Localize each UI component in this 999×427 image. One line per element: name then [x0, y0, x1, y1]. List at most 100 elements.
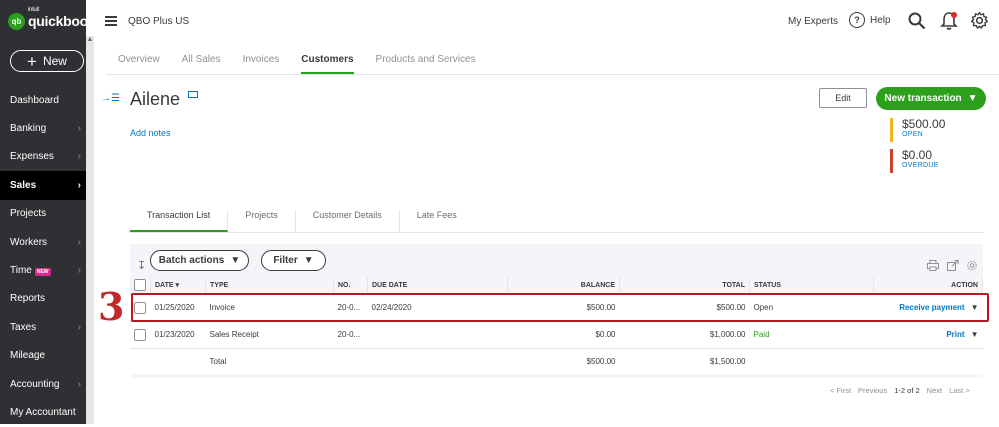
new-transaction-label: New transaction	[884, 93, 962, 104]
quickbooks-logo[interactable]: qb intuit quickbooks	[8, 7, 103, 32]
open-balance: $500.00 OPEN	[890, 118, 945, 142]
select-all-checkbox[interactable]	[134, 279, 146, 292]
new-button-label: New	[42, 54, 67, 68]
transactions-table: DATE ▾ TYPE NO. DUE DATE BALANCE TOTAL S…	[130, 277, 983, 374]
page-range: 1-2 of 2	[894, 386, 920, 395]
chevron-right-icon: ›	[77, 179, 81, 191]
caret-down-icon: ▼	[303, 255, 314, 266]
open-label: OPEN	[902, 131, 924, 138]
col-action: ACTION	[873, 277, 983, 295]
col-total[interactable]: TOTAL	[619, 277, 750, 295]
sidebar-item-reports[interactable]: Reports	[0, 285, 86, 313]
next-page-link[interactable]: Next	[927, 386, 942, 395]
chevron-right-icon: ›	[77, 236, 81, 248]
row-checkbox[interactable]	[134, 328, 146, 341]
sidebar-item-sales[interactable]: Sales ›	[0, 171, 86, 200]
expand-panel-icon[interactable]: →☰	[101, 93, 120, 104]
company-name: QBO Plus US	[128, 16, 190, 27]
action-menu-caret-icon[interactable]: ▼	[971, 330, 979, 339]
pagination: < First Previous 1-2 of 2 Next Last >	[830, 386, 970, 395]
logo-wordmark: quickbooks	[28, 13, 103, 29]
plus-icon: +	[27, 51, 37, 71]
chevron-right-icon: ›	[77, 321, 81, 333]
cell-total: $1,000.00	[619, 321, 750, 349]
sidebar-nav: Dashboard Banking › Expenses › Sales › Proj…	[0, 86, 86, 427]
sidebar-item-accounting[interactable]: Accounting ›	[0, 370, 86, 398]
new-button[interactable]: + New	[10, 50, 84, 72]
sidebar-item-time[interactable]: Time NEW ›	[0, 256, 86, 284]
col-balance[interactable]: BALANCE	[507, 277, 620, 295]
table-total-row: Total $500.00 $1,500.00	[130, 348, 983, 374]
settings-gear-icon[interactable]	[966, 260, 978, 271]
col-no[interactable]: NO.	[333, 277, 368, 295]
highlight-box	[131, 293, 989, 322]
search-icon[interactable]	[908, 12, 926, 30]
hamburger-menu-icon[interactable]	[105, 16, 117, 26]
cell-balance: $0.00	[507, 321, 620, 349]
tab-customer-details[interactable]: Customer Details	[296, 210, 400, 232]
sidebar-item-banking[interactable]: Banking ›	[0, 114, 86, 142]
sidebar-item-dashboard[interactable]: Dashboard	[0, 86, 86, 114]
print-icon[interactable]	[927, 260, 939, 271]
caret-down-icon: ▼	[967, 93, 978, 104]
tab-late-fees[interactable]: Late Fees	[400, 210, 474, 232]
add-notes-link[interactable]: Add notes	[130, 128, 171, 138]
tab-transaction-list[interactable]: Transaction List	[130, 210, 229, 232]
qb-logo-icon: qb	[8, 12, 25, 30]
previous-page-link[interactable]: Previous	[858, 386, 887, 395]
tab-invoices[interactable]: Invoices	[243, 54, 280, 74]
col-date[interactable]: DATE ▾	[150, 277, 206, 295]
subtabs-divider	[130, 232, 983, 233]
help-button[interactable]: ? Help	[849, 12, 891, 28]
new-badge: NEW	[34, 268, 51, 277]
sidebar-item-my-accountant[interactable]: My Accountant	[0, 398, 86, 426]
overdue-balance: $0.00 OVERDUE	[890, 149, 939, 173]
sort-arrow-icon[interactable]: ↧	[137, 259, 146, 272]
col-due-date[interactable]: DUE DATE	[367, 277, 508, 295]
sidebar-item-workers[interactable]: Workers ›	[0, 228, 86, 256]
sidebar-item-projects[interactable]: Projects	[0, 200, 86, 228]
filter-button[interactable]: Filter ▼	[261, 250, 326, 271]
tab-overview[interactable]: Overview	[118, 54, 160, 74]
sidebar-item-expenses[interactable]: Expenses ›	[0, 143, 86, 171]
tab-all-sales[interactable]: All Sales	[182, 54, 221, 74]
table-row[interactable]: 01/23/2020 Sales Receipt 20-0... $0.00 $…	[130, 321, 983, 349]
export-icon[interactable]	[947, 260, 959, 271]
first-page-link[interactable]: < First	[830, 386, 851, 395]
tab-products-and-services[interactable]: Products and Services	[376, 54, 476, 74]
scroll-up-icon[interactable]: ▲	[86, 36, 94, 46]
cell-type: Sales Receipt	[205, 321, 334, 349]
logo-intuit-text: intuit	[28, 7, 39, 13]
gear-icon[interactable]	[970, 11, 989, 30]
total-label: Total	[209, 356, 227, 366]
edit-button[interactable]: Edit	[819, 88, 867, 108]
cell-date: 01/23/2020	[150, 321, 206, 349]
batch-actions-button[interactable]: Batch actions ▼	[150, 250, 249, 271]
my-experts-link[interactable]: My Experts	[788, 16, 838, 27]
tab-customers[interactable]: Customers	[301, 54, 354, 74]
cell-status: Paid	[749, 321, 874, 349]
sidebar-scrollbar[interactable]	[86, 36, 94, 424]
sidebar-item-mileage[interactable]: Mileage	[0, 342, 86, 370]
overdue-bar	[890, 149, 893, 173]
new-transaction-button[interactable]: New transaction ▼	[876, 87, 986, 110]
help-label: Help	[870, 14, 891, 26]
step-number-annotation: 3	[98, 284, 125, 329]
col-status[interactable]: STATUS	[749, 277, 874, 295]
total-total: $1,500.00	[709, 356, 746, 366]
print-link[interactable]: Print	[946, 330, 964, 339]
customer-subtabs: Transaction List Projects Customer Detai…	[130, 210, 474, 232]
envelope-icon[interactable]	[188, 91, 199, 98]
customer-name: Ailene	[130, 89, 199, 110]
last-page-link[interactable]: Last >	[949, 386, 970, 395]
sidebar-item-taxes[interactable]: Taxes ›	[0, 313, 86, 341]
tab-projects[interactable]: Projects	[228, 210, 296, 232]
filter-label: Filter	[273, 255, 298, 266]
col-type[interactable]: TYPE	[205, 277, 334, 295]
bell-icon[interactable]	[940, 11, 958, 31]
question-circle-icon: ?	[849, 12, 865, 28]
tabs-divider	[106, 74, 999, 75]
top-bar: QBO Plus US My Experts ? Help	[94, 0, 999, 44]
chevron-right-icon: ›	[77, 123, 81, 135]
chevron-right-icon: ›	[77, 378, 81, 390]
